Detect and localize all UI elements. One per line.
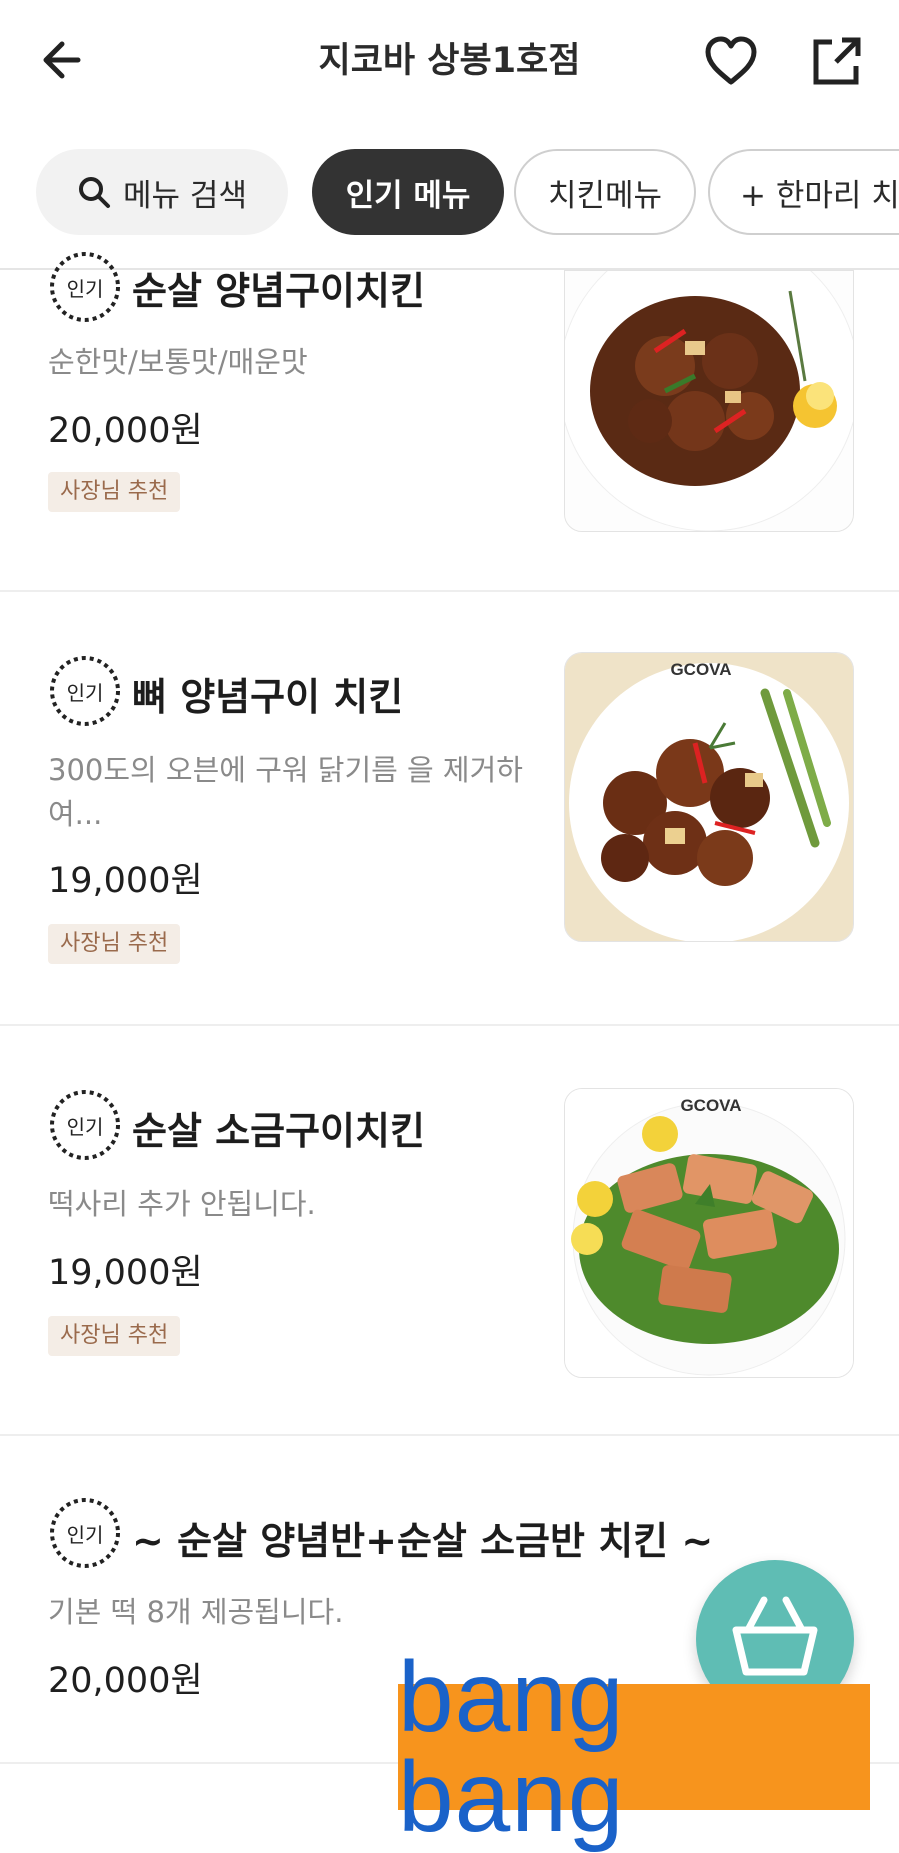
- menu-item-price: 20,000원: [48, 411, 203, 451]
- heart-icon[interactable]: [700, 30, 762, 92]
- boneless-salt-chicken-image: GCOVA: [564, 1088, 854, 1378]
- recommend-tag: 사장님 추천: [48, 924, 181, 964]
- category-chips: 메뉴 검색 인기 메뉴 치킨메뉴 + 한마리 치: [0, 140, 899, 270]
- popular-badge-icon: 인기: [50, 1498, 120, 1568]
- svg-text:GCOVA: GCOVA: [670, 660, 731, 679]
- chip-label: + 한마리 치: [740, 177, 899, 214]
- menu-item-desc: 300도의 오븐에 구워 닭기름 을 제거하여...: [48, 753, 523, 831]
- svg-text:인기: 인기: [67, 681, 104, 705]
- page-title: 지코바 상봉1호점: [318, 41, 581, 81]
- menu-item-name: ~ 순살 양념반+순살 소금반 치킨 ~: [132, 1519, 714, 1563]
- menu-item[interactable]: 인기 순살 양념구이치킨 순한맛/보통맛/매운맛 20,000원 사장님 추천: [0, 252, 899, 590]
- bone-in-yangnyeom-chicken-image: GCOVA: [564, 652, 854, 942]
- whole-chicken-chip[interactable]: + 한마리 치: [708, 149, 899, 235]
- overlay-text: bang bang: [398, 1641, 625, 1853]
- menu-item-desc: 순한맛/보통맛/매운맛: [48, 345, 308, 379]
- share-icon[interactable]: [806, 30, 868, 92]
- popular-badge-icon: 인기: [50, 1090, 120, 1160]
- menu-item-price: 20,000원: [48, 1661, 203, 1701]
- recommend-tag: 사장님 추천: [48, 1316, 181, 1356]
- chip-label: 메뉴 검색: [123, 177, 247, 214]
- svg-text:인기: 인기: [67, 1523, 104, 1547]
- menu-item-name: 순살 양념구이치킨: [132, 269, 425, 313]
- chip-label: 인기 메뉴: [345, 177, 471, 214]
- popular-menu-chip[interactable]: 인기 메뉴: [312, 149, 504, 235]
- menu-item-name: 뼈 양념구이 치킨: [132, 675, 404, 719]
- recommend-tag: 사장님 추천: [48, 472, 181, 512]
- search-icon: [79, 177, 111, 208]
- menu-item-price: 19,000원: [48, 1253, 203, 1293]
- svg-text:인기: 인기: [67, 1115, 104, 1139]
- boneless-yangnyeom-chicken-image: [564, 270, 854, 532]
- menu-search-chip[interactable]: 메뉴 검색: [36, 149, 288, 235]
- popular-badge-icon: 인기: [50, 252, 120, 322]
- menu-item-price: 19,000원: [48, 861, 203, 901]
- chip-label: 치킨메뉴: [547, 177, 663, 214]
- menu-item[interactable]: 인기 뼈 양념구이 치킨 300도의 오븐에 구워 닭기름 을 제거하여... …: [0, 592, 899, 1024]
- menu-item[interactable]: 인기 순살 소금구이치킨 떡사리 추가 안됩니다. 19,000원 사장님 추천…: [0, 1026, 899, 1434]
- app-header: 지코바 상봉1호점: [0, 0, 899, 120]
- overlay-banner: bang bang: [398, 1647, 870, 1847]
- menu-item-desc: 떡사리 추가 안됩니다.: [48, 1187, 316, 1221]
- svg-text:GCOVA: GCOVA: [680, 1096, 741, 1115]
- chicken-menu-chip[interactable]: 치킨메뉴: [514, 149, 696, 235]
- menu-item-desc: 기본 떡 8개 제공됩니다.: [48, 1595, 344, 1629]
- popular-badge-icon: 인기: [50, 656, 120, 726]
- menu-item-name: 순살 소금구이치킨: [132, 1109, 425, 1153]
- svg-text:인기: 인기: [67, 277, 104, 301]
